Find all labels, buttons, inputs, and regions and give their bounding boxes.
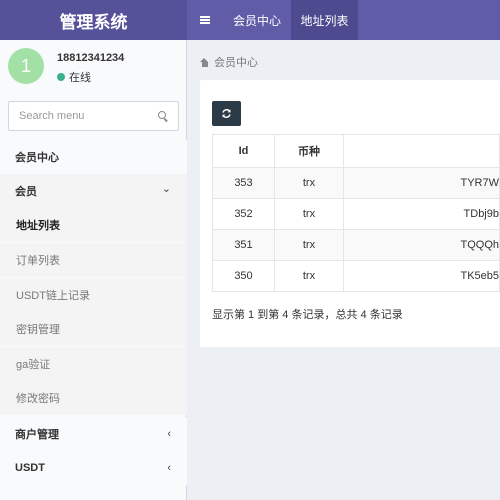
sidebar-item-change-password[interactable]: 修改密码 [0, 381, 187, 415]
sidebar: 1 18812341234 在线 会员中心 会员 ⌄ 地址列表 订单列表 USD… [0, 40, 187, 500]
sidebar-group-label: USDT [15, 462, 45, 474]
search-icon[interactable] [158, 111, 169, 122]
user-status: 在线 [57, 69, 91, 85]
sidebar-item-order-list[interactable]: 订单列表 [0, 243, 187, 277]
online-dot-icon [57, 73, 65, 81]
cell-coin: trx [274, 260, 344, 292]
address-list-panel: Id 币种 353 trx TYR7W 352 trx TDbj9b 351 t… [200, 80, 500, 347]
bars-icon [200, 16, 210, 24]
cell-id: 353 [212, 167, 275, 199]
chevron-left-icon: ‹ [167, 462, 171, 474]
home-icon [200, 57, 209, 67]
sidebar-toggle-button[interactable] [187, 0, 223, 40]
cell-coin: trx [274, 167, 344, 199]
main-content: 会员中心 Id 币种 353 trx TYR7W 352 trx TDbj9b … [188, 40, 500, 500]
top-navbar: 管理系统 会员中心 地址列表 [0, 0, 500, 40]
cell-id: 351 [212, 229, 275, 261]
user-status-label: 在线 [69, 72, 91, 84]
cell-id: 352 [212, 198, 275, 230]
sidebar-item-address-list[interactable]: 地址列表 [0, 208, 187, 242]
address-table: Id 币种 353 trx TYR7W 352 trx TDbj9b 351 t… [212, 134, 500, 292]
sidebar-item-ga-verify[interactable]: ga验证 [0, 347, 187, 381]
table-row[interactable]: 350 trx TK5eb5 [212, 260, 500, 292]
sidebar-header-member-center: 会员中心 [0, 140, 187, 174]
chevron-down-icon: ⌄ [161, 183, 171, 195]
sidebar-item-key-management[interactable]: 密钥管理 [0, 312, 187, 346]
cell-coin: trx [274, 229, 344, 261]
cell-address: TDbj9b [343, 198, 500, 230]
sidebar-group-usdt[interactable]: USDT ‹ [0, 451, 187, 485]
cell-id: 350 [212, 260, 275, 292]
breadcrumb: 会员中心 [200, 54, 258, 70]
column-header-coin[interactable]: 币种 [274, 134, 344, 168]
refresh-button[interactable] [212, 101, 241, 126]
sidebar-group-label: 会员 [15, 186, 37, 198]
column-header-address [343, 134, 500, 168]
user-name: 18812341234 [57, 52, 125, 64]
avatar: 1 [8, 48, 44, 84]
refresh-icon [222, 109, 231, 118]
search-input[interactable] [9, 102, 154, 130]
table-row[interactable]: 353 trx TYR7W [212, 167, 500, 199]
sidebar-group-label: 商户管理 [15, 429, 59, 441]
user-panel: 1 18812341234 在线 [0, 40, 187, 98]
table-row[interactable]: 352 trx TDbj9b [212, 198, 500, 230]
breadcrumb-label[interactable]: 会员中心 [214, 54, 258, 70]
cell-address: TK5eb5 [343, 260, 500, 292]
sidebar-item-usdt-records[interactable]: USDT链上记录 [0, 278, 187, 312]
sidebar-group-member[interactable]: 会员 ⌄ [0, 174, 187, 208]
cell-address: TQQQh [343, 229, 500, 261]
cell-address: TYR7W [343, 167, 500, 199]
tab-member-center[interactable]: 会员中心 [223, 0, 291, 40]
sidebar-search [8, 101, 179, 131]
sidebar-group-merchant[interactable]: 商户管理 ‹ [0, 417, 187, 451]
table-header-row: Id 币种 [212, 134, 500, 168]
cell-coin: trx [274, 198, 344, 230]
app-logo[interactable]: 管理系统 [0, 0, 187, 40]
pagination-info: 显示第 1 到第 4 条记录，总共 4 条记录 [212, 309, 403, 321]
table-row[interactable]: 351 trx TQQQh [212, 229, 500, 261]
chevron-left-icon: ‹ [167, 428, 171, 440]
tab-address-list[interactable]: 地址列表 [291, 0, 358, 40]
column-header-id[interactable]: Id [212, 134, 275, 168]
